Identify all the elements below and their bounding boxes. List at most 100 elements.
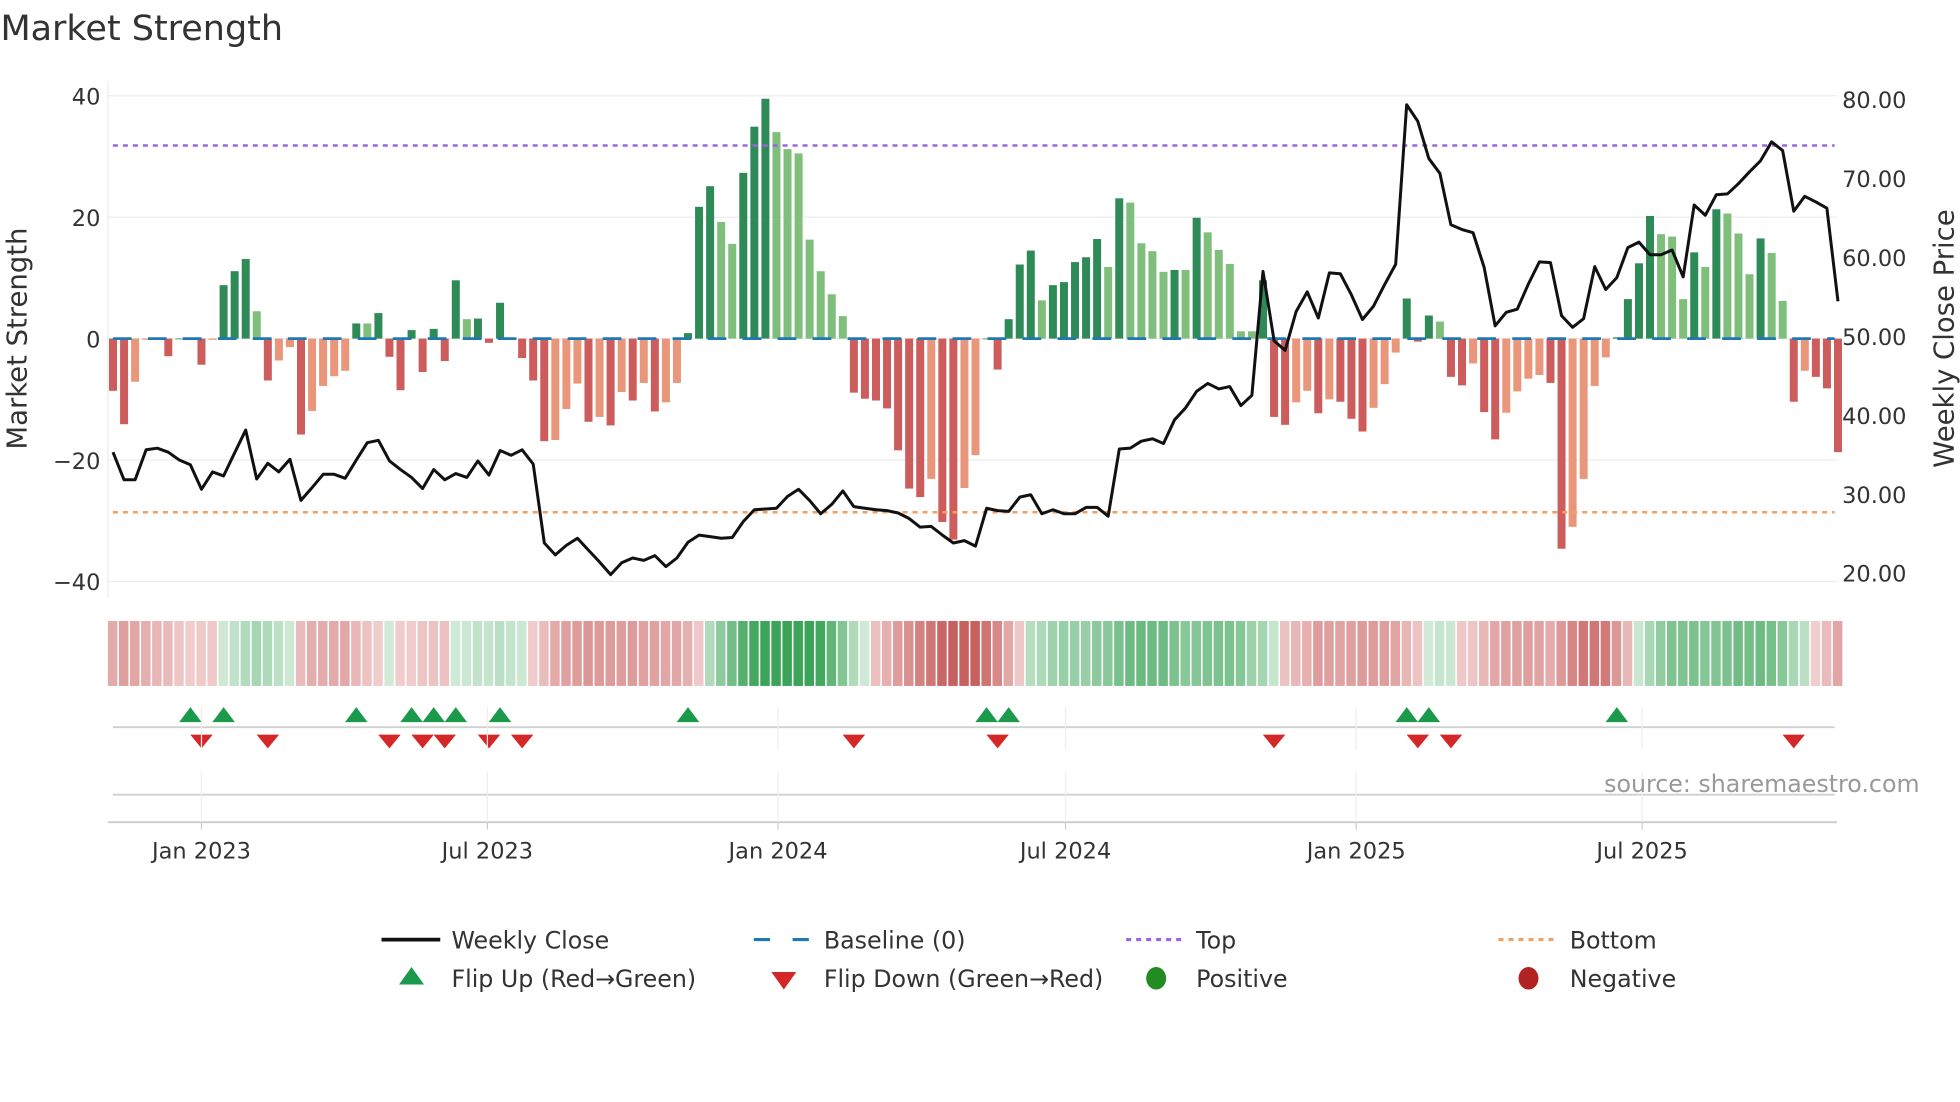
strip-cell-positive (1114, 620, 1124, 686)
strip-cell-positive (727, 620, 737, 686)
bar-positive (783, 149, 792, 339)
strip-cell-positive (1667, 620, 1677, 686)
strip-cell-negative (417, 620, 428, 686)
legend: Weekly Close Baseline (0) Top Bottom Flip Up… (381, 926, 1676, 993)
bar-positive (1115, 198, 1124, 339)
x-tick-label: Jan 2024 (727, 838, 828, 864)
strip-cell-negative (881, 620, 892, 686)
bar-negative (639, 338, 648, 383)
bar-negative (208, 338, 217, 340)
flip-down-triangle-icon (256, 734, 280, 749)
strip-cell-negative (107, 620, 118, 686)
bar-negative (1380, 338, 1389, 385)
strip-cell-positive (461, 620, 472, 686)
bar-positive (1756, 238, 1765, 339)
bar-negative (993, 338, 1002, 370)
legend-label: Flip Down (Green→Red) (824, 965, 1103, 993)
strip-cell-positive (1644, 620, 1655, 686)
flip-down-triangle-icon (1406, 734, 1430, 749)
bar-negative (595, 338, 604, 417)
strip-cell-negative (1832, 620, 1843, 686)
strip-cell-negative (439, 620, 450, 686)
legend-label: Weekly Close (451, 926, 609, 954)
bar-negative (263, 338, 272, 381)
strip-cell-positive (517, 620, 527, 686)
bar-positive (1225, 263, 1234, 339)
bar-positive (739, 172, 748, 339)
bar-positive (1402, 298, 1411, 339)
bar-positive (363, 323, 372, 339)
strip-cell-negative (1534, 620, 1544, 686)
bar-negative (1480, 338, 1489, 413)
y2-tick-label: 60.00 (1842, 246, 1906, 272)
bar-positive (1778, 300, 1787, 339)
x-tick-label: Jan 2023 (150, 838, 251, 864)
strip-cell-positive (1755, 620, 1765, 686)
strip-cell-negative (915, 620, 925, 686)
legend-item-baseline: Baseline (0) (753, 926, 966, 954)
bar-positive (717, 222, 726, 339)
bar-negative (628, 338, 637, 401)
legend-label: Top (1195, 926, 1236, 954)
bar-negative (1524, 338, 1533, 379)
x-tick-label: Jul 2025 (1594, 838, 1687, 864)
bar-positive (1048, 285, 1057, 339)
bar-negative (1535, 338, 1544, 376)
y2-tick-label: 20.00 (1842, 562, 1906, 588)
legend-item-flipdown: Flip Down (Green→Red) (771, 965, 1103, 993)
strip-cell-negative (1821, 620, 1832, 686)
strip-cell-positive (1633, 620, 1644, 686)
strip-cell-negative (892, 620, 903, 686)
strip-cell-negative (340, 620, 350, 686)
strip-cell-positive (1147, 620, 1157, 686)
strip-cell-negative (992, 620, 1002, 686)
strip-cell-negative (1512, 620, 1522, 686)
strip-cell-negative (373, 620, 383, 686)
strip-cell-positive (229, 620, 240, 686)
strip-cell-negative (561, 620, 571, 686)
bar-negative (164, 338, 173, 357)
bar-negative (916, 338, 925, 498)
legend-item-close: Weekly Close (381, 926, 609, 954)
bar-negative (1325, 338, 1334, 400)
strip-cell-negative (528, 620, 538, 686)
strip-cell-negative (671, 620, 682, 686)
legend-item-flipup: Flip Up (Red→Green) (399, 965, 696, 993)
strip-cell-negative (1302, 620, 1312, 686)
bar-negative (385, 338, 394, 357)
bar-positive (695, 206, 704, 339)
strip-cell-negative (152, 620, 162, 686)
bar-positive (230, 271, 239, 339)
bar-negative (606, 338, 615, 426)
y-axis-ticks: 40 20 0 −20 −40 (53, 84, 100, 596)
bar-positive (1701, 266, 1710, 339)
y2-tick-label: 50.00 (1842, 325, 1906, 351)
strip-cell-positive (848, 620, 859, 686)
strip-cell-negative (1456, 620, 1467, 686)
strip-cell-positive (1224, 620, 1235, 686)
bar-positive (1004, 319, 1013, 339)
strip-cell-negative (428, 620, 439, 686)
bar-positive (1015, 264, 1024, 339)
strip-cell-negative (1324, 620, 1334, 686)
y-axis-label: Market Strength (2, 228, 34, 450)
bar-positive (1646, 215, 1655, 339)
flip-down-triangle-icon (1439, 734, 1463, 749)
strip-cell-negative (1368, 620, 1378, 686)
strip-cell-negative (959, 620, 969, 686)
strip-cell-negative (616, 620, 627, 686)
flip-down-triangle-icon (986, 734, 1009, 749)
strip-cell-negative (937, 620, 947, 686)
bar-positive (1634, 263, 1643, 339)
strip-cell-negative (605, 620, 615, 686)
flip-up-triangle-icon (1605, 707, 1629, 723)
bar-positive (1082, 257, 1091, 339)
strip-cell-positive (1235, 620, 1246, 686)
bar-positive (1623, 299, 1632, 339)
strip-cell-positive (273, 620, 284, 686)
bar-positive (816, 271, 825, 339)
bar-positive (1435, 321, 1444, 339)
strip-cell-negative (207, 620, 217, 686)
bar-positive (1170, 269, 1179, 339)
strip-cell-positive (1434, 620, 1445, 686)
